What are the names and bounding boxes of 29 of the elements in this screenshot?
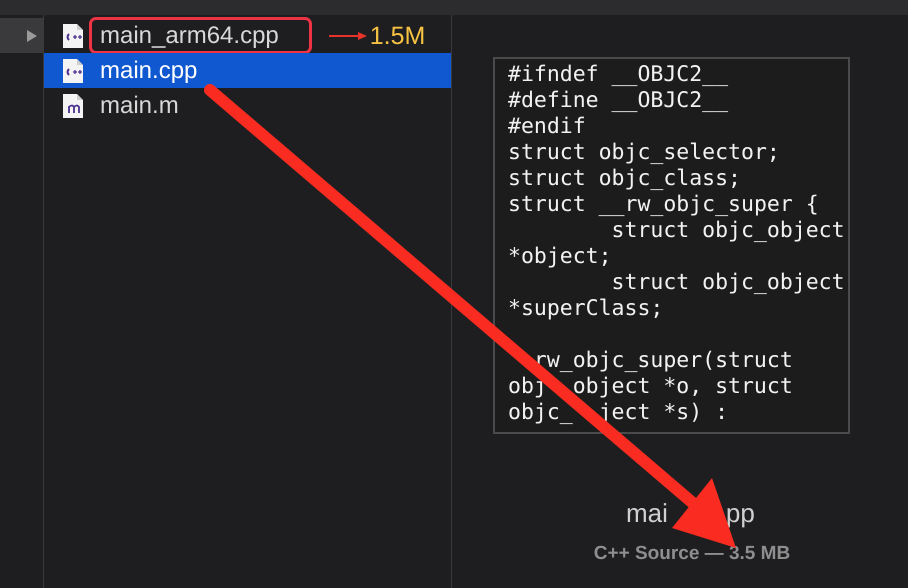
folder-row[interactable] — [0, 18, 43, 53]
file-name-text: mai — [626, 497, 668, 530]
document-icon — [62, 22, 84, 48]
code-text: #define __OBJC2__ — [508, 88, 728, 114]
code-text: *object; — [508, 244, 612, 270]
file-name-text: pp — [726, 497, 755, 530]
size-note: 1.5M — [370, 22, 426, 50]
code-text: object *o, struct — [572, 374, 793, 400]
code-text: #ifndef __OBJC2__ — [508, 62, 728, 88]
file-info: C++ Source — 3.5 MB — [594, 542, 790, 566]
document-icon — [62, 92, 84, 118]
code-text: struct objc_selector; — [508, 140, 780, 166]
file-name: main_arm64.cpp — [100, 20, 279, 50]
disclosure-triangle-icon[interactable] — [26, 28, 38, 42]
file-name: main.cpp — [100, 56, 198, 86]
code-text: rw_objc_super(struct — [534, 348, 793, 374]
code-text: struct objc_class; — [508, 166, 741, 192]
code-text: struct objc_object — [612, 270, 845, 296]
code-text: #endif — [508, 114, 586, 140]
code-text: objc_ — [508, 400, 573, 426]
code-text: struct objc_object — [612, 218, 845, 244]
code-text: struct __rw_objc_super { — [508, 192, 819, 218]
file-name: main.m — [100, 90, 179, 120]
file-row[interactable]: main.cpp — [44, 53, 451, 88]
code-text: obj — [508, 374, 547, 400]
code-text: *superClass; — [508, 296, 664, 322]
small-arrow — [328, 30, 367, 40]
file-row[interactable]: main.m — [44, 88, 451, 123]
document-icon — [62, 58, 84, 84]
